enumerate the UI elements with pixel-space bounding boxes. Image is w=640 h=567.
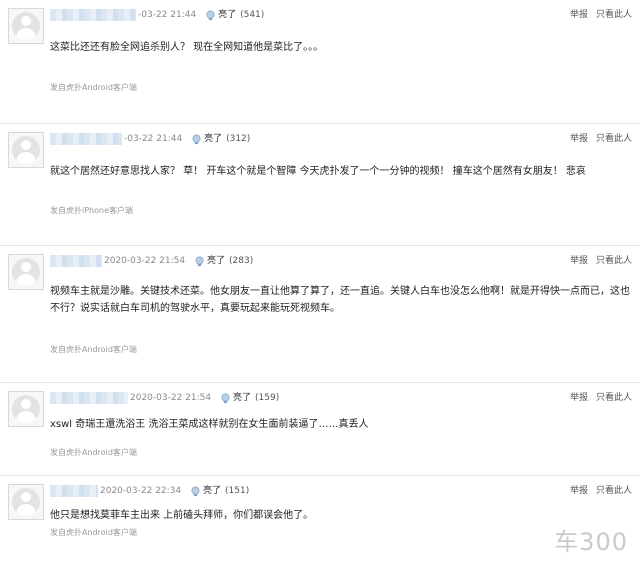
- light-label[interactable]: 亮了: [207, 256, 225, 266]
- comment-source: 发自虎扑Android客户端: [50, 448, 137, 457]
- timestamp: 2020-03-22 22:34: [100, 486, 182, 496]
- light-icon[interactable]: [194, 256, 205, 267]
- light-count: (159): [255, 393, 280, 403]
- avatar[interactable]: [8, 484, 44, 520]
- light-count: (541): [240, 10, 265, 20]
- username-blurred[interactable]: [50, 255, 102, 267]
- comment-actions: 举报 只看此人: [562, 391, 632, 405]
- report-link[interactable]: 举报: [570, 393, 588, 403]
- avatar[interactable]: [8, 391, 44, 427]
- comment-meta: 2020-03-22 22:34 亮了 (151): [50, 484, 249, 498]
- comment-actions: 举报 只看此人: [562, 484, 632, 498]
- comment-item: 2020-03-22 21:54 亮了 (159) 举报 只看此人 xswl 奇瑞王…: [0, 382, 640, 475]
- timestamp: 2020-03-22 21:54: [104, 256, 186, 266]
- timestamp: 2020-03-22 21:54: [130, 393, 212, 403]
- light-icon[interactable]: [205, 10, 216, 21]
- only-this-user-link[interactable]: 只看此人: [596, 256, 632, 266]
- light-count: (312): [226, 134, 251, 144]
- timestamp: -03-22 21:44: [124, 134, 183, 144]
- comment-actions: 举报 只看此人: [562, 132, 632, 146]
- comment-meta: 2020-03-22 21:54 亮了 (283): [50, 254, 253, 268]
- only-this-user-link[interactable]: 只看此人: [596, 486, 632, 496]
- only-this-user-link[interactable]: 只看此人: [596, 10, 632, 20]
- comment-source: 发自虎扑iPhone客户端: [50, 206, 134, 215]
- username-blurred[interactable]: [50, 485, 98, 497]
- comment-text: 他只是想找莫菲车主出来 上前磕头拜师，你们都误会他了。: [50, 510, 314, 521]
- comment-item: 2020-03-22 21:54 亮了 (283) 举报 只看此人 视频车主就是沙雕…: [0, 245, 640, 382]
- light-icon[interactable]: [191, 134, 202, 145]
- light-count: (151): [225, 486, 250, 496]
- comment-item: 2020-03-22 22:34 亮了 (151) 举报 只看此人 他只是想找莫菲车…: [0, 475, 640, 567]
- report-link[interactable]: 举报: [570, 10, 588, 20]
- light-label[interactable]: 亮了: [233, 393, 251, 403]
- comment-text: 就这个居然还好意思找人家？ 草！ 开车这个就是个智障 今天虎扑发了一个一分钟的视…: [50, 166, 586, 177]
- comment-actions: 举报 只看此人: [562, 8, 632, 22]
- light-icon[interactable]: [190, 486, 201, 497]
- comment-text: 这菜比还还有脸全网追杀别人？ 现在全网知道他是菜比了。。。: [50, 42, 324, 53]
- username-blurred[interactable]: [50, 392, 128, 404]
- comment-text: 视频车主就是沙雕。关键技术还菜。他女朋友一直让他算了算了，还一直追。关键人白车也…: [50, 286, 630, 314]
- avatar[interactable]: [8, 254, 44, 290]
- light-icon[interactable]: [220, 393, 231, 404]
- username-blurred[interactable]: [50, 133, 122, 145]
- light-label[interactable]: 亮了: [204, 134, 222, 144]
- only-this-user-link[interactable]: 只看此人: [596, 393, 632, 403]
- comment-source: 发自虎扑Android客户端: [50, 83, 137, 92]
- timestamp: -03-22 21:44: [138, 10, 197, 20]
- comment-source: 发自虎扑Android客户端: [50, 528, 137, 537]
- report-link[interactable]: 举报: [570, 256, 588, 266]
- comment-meta: -03-22 21:44 亮了 (312): [50, 132, 250, 146]
- report-link[interactable]: 举报: [570, 134, 588, 144]
- avatar[interactable]: [8, 8, 44, 44]
- comment-item: -03-22 21:44 亮了 (541) 举报 只看此人 这菜比还还有脸全网追杀别…: [0, 0, 640, 123]
- avatar[interactable]: [8, 132, 44, 168]
- light-count: (283): [229, 256, 254, 266]
- report-link[interactable]: 举报: [570, 486, 588, 496]
- only-this-user-link[interactable]: 只看此人: [596, 134, 632, 144]
- username-blurred[interactable]: [50, 9, 136, 21]
- light-label[interactable]: 亮了: [203, 486, 221, 496]
- watermark: 车300: [554, 528, 628, 556]
- comment-actions: 举报 只看此人: [562, 254, 632, 268]
- comment-source: 发自虎扑Android客户端: [50, 345, 137, 354]
- comment-meta: -03-22 21:44 亮了 (541): [50, 8, 264, 22]
- comment-text: xswl 奇瑞王還洗浴王 洗浴王菜成这样就别在女生面前装逼了……真丢人: [50, 419, 369, 430]
- comment-meta: 2020-03-22 21:54 亮了 (159): [50, 391, 279, 405]
- comment-item: -03-22 21:44 亮了 (312) 举报 只看此人 就这个居然还好意思找人家…: [0, 123, 640, 245]
- light-label[interactable]: 亮了: [218, 10, 236, 20]
